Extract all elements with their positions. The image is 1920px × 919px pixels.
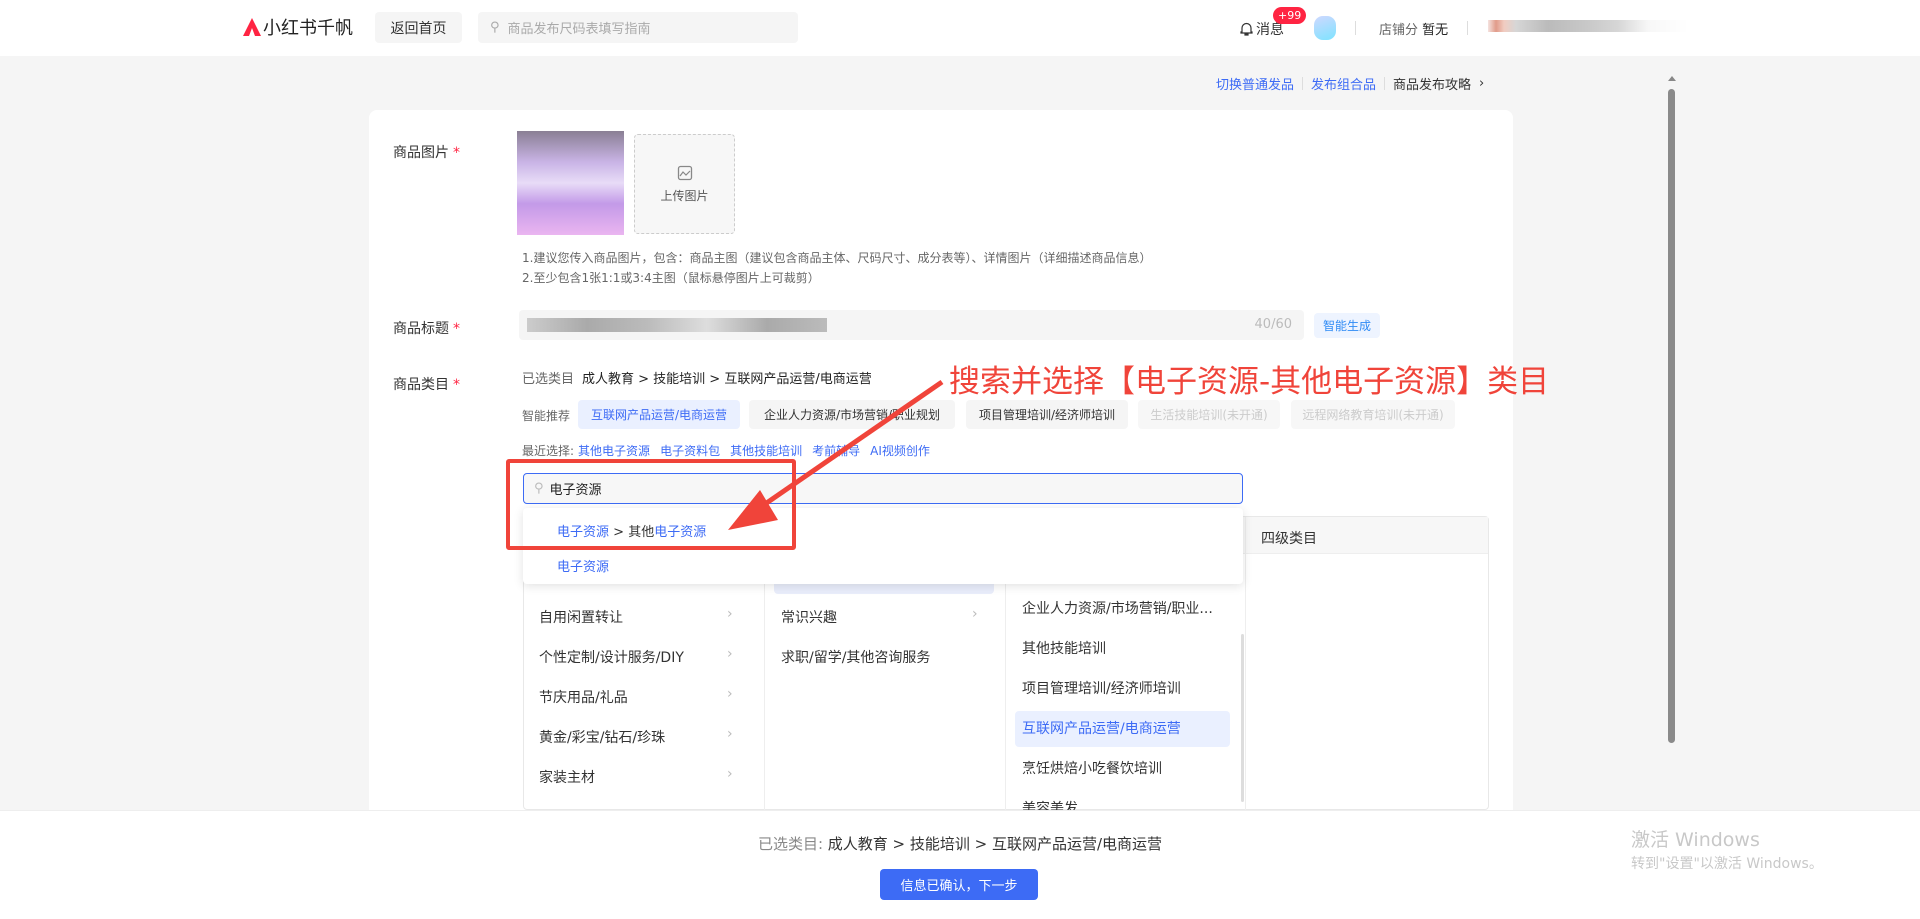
col3-item[interactable]: 项目管理培训/经济师培训 xyxy=(1022,678,1181,698)
divider xyxy=(1302,77,1304,90)
col3-item[interactable]: 其他技能培训 xyxy=(1022,638,1106,658)
title-text-blurred xyxy=(527,318,827,332)
switch-normal-link[interactable]: 切换普通发品 xyxy=(1216,74,1294,93)
recent-label: 最近选择: xyxy=(522,444,575,458)
footer-bar: 已选类目: 成人教育 > 技能培训 > 互联网产品运营/电商运营 信息已确认，下… xyxy=(0,810,1920,919)
logo-icon xyxy=(243,18,261,36)
smart-chip[interactable]: 互联网产品运营/电商运营 xyxy=(578,400,740,429)
image-icon xyxy=(677,165,692,180)
recent-selection: 最近选择: 其他电子资源 电子资料包 其他技能培训 考前辅导 AI视频创作 xyxy=(522,442,930,459)
footer-selected-label: 已选类目: xyxy=(757,835,823,853)
image-hint-1: 1.建议您传入商品图片，包含：商品主图（建议包含商品主体、尺码尺寸、成分表等）、… xyxy=(522,251,1152,265)
chevron-right-icon: › xyxy=(727,606,733,622)
chevron-right-icon: › xyxy=(727,726,733,742)
image-hint-2: 2.至少包含1张1:1或3:4主图（鼠标悬停图片上可裁剪） xyxy=(522,271,820,285)
chevron-right-icon: › xyxy=(972,606,978,622)
col1-item[interactable]: 节庆用品/礼品 xyxy=(539,687,628,707)
images-label: 商品图片 * xyxy=(393,145,460,161)
title-counter: 40/60 xyxy=(1254,317,1292,332)
top-header: 小红书千帆 返回首页 ⚲ 商品发布尺码表填写指南 消息 +99 店铺分 暂无 xyxy=(0,0,1920,56)
page-scrollbar[interactable] xyxy=(1665,73,1678,810)
selected-category-label: 已选类目 xyxy=(522,372,575,387)
guide-link[interactable]: 商品发布攻略 xyxy=(1393,74,1471,93)
title-input[interactable]: 40/60 xyxy=(519,310,1304,340)
annotation-highlight-box xyxy=(506,459,796,550)
smart-chip[interactable]: 企业人力资源/市场营销/职业规划 xyxy=(749,400,955,429)
recent-item[interactable]: AI视频创作 xyxy=(870,442,930,459)
col3-item-selected[interactable]: 互联网产品运营/电商运营 xyxy=(1022,718,1181,738)
chevron-right-icon: › xyxy=(727,686,733,702)
logo-text: 小红书千帆 xyxy=(263,18,353,39)
col2-item[interactable]: 常识兴趣 xyxy=(781,607,837,627)
smart-chip: 生活技能培训(未开通) xyxy=(1138,400,1280,429)
col3-item[interactable]: 烹饪烘焙小吃餐饮培训 xyxy=(1022,758,1162,778)
header-search-input[interactable]: ⚲ 商品发布尺码表填写指南 xyxy=(478,12,798,43)
windows-watermark-title: 激活 Windows xyxy=(1631,829,1760,851)
divider xyxy=(1467,21,1468,35)
col1-item[interactable]: 家装主材 xyxy=(539,767,595,787)
col1-item[interactable]: 黄金/彩宝/钻石/珍珠 xyxy=(539,727,665,747)
chevron-right-icon: › xyxy=(1479,76,1485,91)
suggestion-item[interactable]: 电子资源 xyxy=(557,556,609,575)
product-image-thumbnail[interactable] xyxy=(517,131,624,235)
ai-generate-button[interactable]: 智能生成 xyxy=(1314,313,1380,338)
bell-icon xyxy=(1240,22,1253,36)
col1-item[interactable]: 个性定制/设计服务/DIY xyxy=(539,647,684,667)
recent-item[interactable]: 其他电子资源 xyxy=(578,442,650,459)
footer-selected-path: 成人教育 > 技能培训 > 互联网产品运营/电商运营 xyxy=(827,835,1163,853)
annotation-text: 搜索并选择【电子资源-其他电子资源】类目 xyxy=(949,364,1550,400)
search-icon: ⚲ xyxy=(490,20,500,35)
col1-item[interactable]: 自用闲置转让 xyxy=(539,607,623,627)
selected-category: 已选类目 成人教育 > 技能培训 > 互联网产品运营/电商运营 xyxy=(522,368,872,387)
smart-chip[interactable]: 项目管理培训/经济师培训 xyxy=(966,400,1128,429)
smart-recommend-label: 智能推荐 xyxy=(522,409,571,423)
top-links: 切换普通发品 发布组合品 商品发布攻略 › xyxy=(1216,74,1484,93)
divider xyxy=(1355,21,1356,35)
logo[interactable]: 小红书千帆 xyxy=(241,14,353,40)
publish-combo-link[interactable]: 发布组合品 xyxy=(1311,74,1376,93)
shop-score-value: 暂无 xyxy=(1422,23,1449,38)
messages-badge: +99 xyxy=(1273,7,1307,24)
recent-item[interactable]: 电子资料包 xyxy=(660,442,720,459)
col3-scrollbar[interactable] xyxy=(1241,634,1244,802)
shop-score: 店铺分 暂无 xyxy=(1379,19,1448,38)
chevron-right-icon: › xyxy=(727,646,733,662)
scrollbar-thumb[interactable] xyxy=(1668,89,1675,743)
chevron-right-icon: › xyxy=(727,766,733,782)
search-placeholder: 商品发布尺码表填写指南 xyxy=(507,22,651,37)
upload-image-button[interactable]: 上传图片 xyxy=(634,134,735,234)
col2-item[interactable]: 求职/留学/其他咨询服务 xyxy=(781,647,930,667)
account-name-blurred[interactable] xyxy=(1488,20,1688,32)
recent-item[interactable]: 其他技能培训 xyxy=(730,442,802,459)
category-label: 商品类目 * xyxy=(393,377,460,393)
recent-item[interactable]: 考前辅导 xyxy=(812,442,860,459)
windows-watermark-subtitle: 转到"设置"以激活 Windows。 xyxy=(1631,856,1823,872)
col3-item[interactable]: 企业人力资源/市场营销/职业... xyxy=(1022,598,1213,618)
shop-score-label: 店铺分 xyxy=(1379,23,1419,38)
smart-chip: 远程网络教育培训(未开通) xyxy=(1291,400,1455,429)
scroll-up-icon[interactable] xyxy=(1668,76,1676,81)
selected-category-path: 成人教育 > 技能培训 > 互联网产品运营/电商运营 xyxy=(582,372,872,387)
title-label: 商品标题 * xyxy=(393,321,460,337)
divider xyxy=(1245,517,1246,811)
upload-image-label: 上传图片 xyxy=(660,188,709,203)
divider xyxy=(1384,77,1386,90)
next-step-button[interactable]: 信息已确认，下一步 xyxy=(880,869,1038,900)
home-button[interactable]: 返回首页 xyxy=(375,12,462,43)
level4-header: 四级类目 xyxy=(1261,531,1317,547)
avatar[interactable] xyxy=(1314,16,1336,40)
